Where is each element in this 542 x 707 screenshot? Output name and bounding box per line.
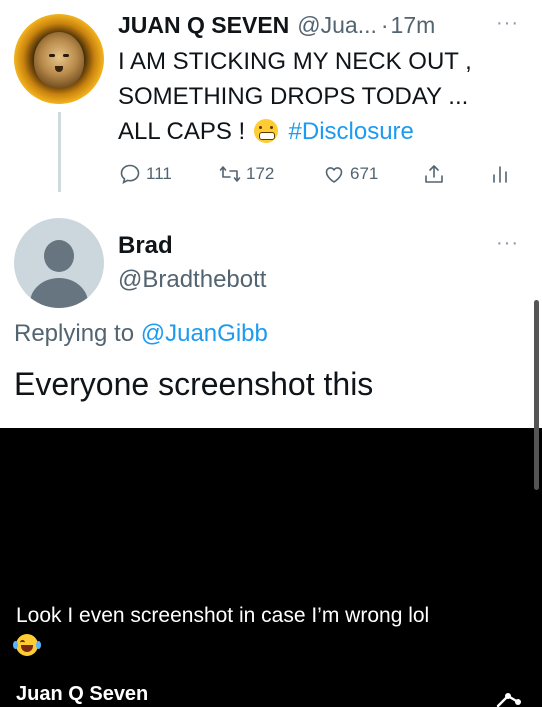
more-options-icon[interactable]: ··· — [496, 12, 519, 35]
reply-more-options-icon[interactable]: ··· — [496, 232, 519, 255]
like-button[interactable]: 671 — [322, 160, 378, 188]
tweet-actions: 111 172 671 — [118, 160, 518, 188]
scrollbar[interactable] — [534, 300, 539, 490]
tweet-line-2: SOMETHING DROPS TODAY ... — [118, 83, 469, 110]
avatar-placeholder-head — [44, 240, 74, 272]
lion-eye — [63, 54, 69, 57]
joy-emoji-icon — [13, 634, 41, 656]
tweet-line-3: ALL CAPS ! #Disclosure — [118, 114, 528, 149]
share-button[interactable] — [422, 160, 446, 188]
tear — [36, 641, 41, 649]
share-network-icon[interactable] — [494, 688, 522, 707]
reply-author-handle[interactable]: @Bradthebott — [118, 266, 266, 294]
tweet-line-3-text: ALL CAPS ! — [118, 118, 246, 145]
retweet-count: 172 — [246, 164, 275, 183]
author-handle[interactable]: @Jua... — [297, 12, 377, 39]
like-icon — [325, 167, 343, 183]
author-name[interactable]: JUAN Q SEVEN — [118, 12, 289, 39]
share-icon — [425, 165, 443, 183]
grimacing-emoji-icon — [253, 119, 278, 143]
caption: Look I even screenshot in case I’m wrong… — [13, 602, 526, 664]
avatar-juan[interactable] — [14, 14, 104, 104]
reply-button[interactable]: 111 — [118, 160, 172, 188]
avatar-placeholder-body — [30, 278, 88, 308]
reply-count: 111 — [146, 164, 172, 183]
reply-author-name[interactable]: Brad — [118, 232, 173, 260]
lion-face — [34, 32, 84, 88]
like-count: 671 — [350, 164, 379, 183]
reply-text: Everyone screenshot this — [14, 366, 374, 402]
tweet-line-1: I AM STICKING MY NECK OUT , — [118, 48, 472, 75]
retweet-button[interactable]: 172 — [218, 160, 274, 188]
tear — [13, 641, 18, 649]
hashtag-link[interactable]: #Disclosure — [289, 118, 414, 145]
retweet-icon — [219, 166, 241, 182]
tweet-panel: JUAN Q SEVEN @Jua... · 17m ··· I AM STIC… — [0, 0, 542, 428]
separator-dot: · — [380, 11, 389, 38]
tweet-header: JUAN Q SEVEN @Jua... · 17m — [118, 10, 435, 40]
reply-icon — [120, 164, 140, 185]
replying-prefix: Replying to — [14, 320, 135, 347]
thread-line — [58, 112, 61, 192]
caption-text: Look I even screenshot in case I’m wrong… — [16, 604, 430, 627]
analytics-icon — [493, 166, 507, 183]
tweet-text: I AM STICKING MY NECK OUT , SOMETHING DR… — [118, 44, 528, 149]
replying-to: Replying to @JuanGibb — [14, 320, 268, 348]
analytics-button[interactable] — [488, 160, 512, 188]
caption-author[interactable]: Juan Q Seven — [16, 683, 148, 706]
replying-to-mention[interactable]: @JuanGibb — [141, 320, 268, 347]
avatar-brad[interactable] — [14, 218, 104, 308]
tweet-timestamp[interactable]: 17m — [391, 12, 436, 39]
lion-eye — [49, 54, 55, 57]
